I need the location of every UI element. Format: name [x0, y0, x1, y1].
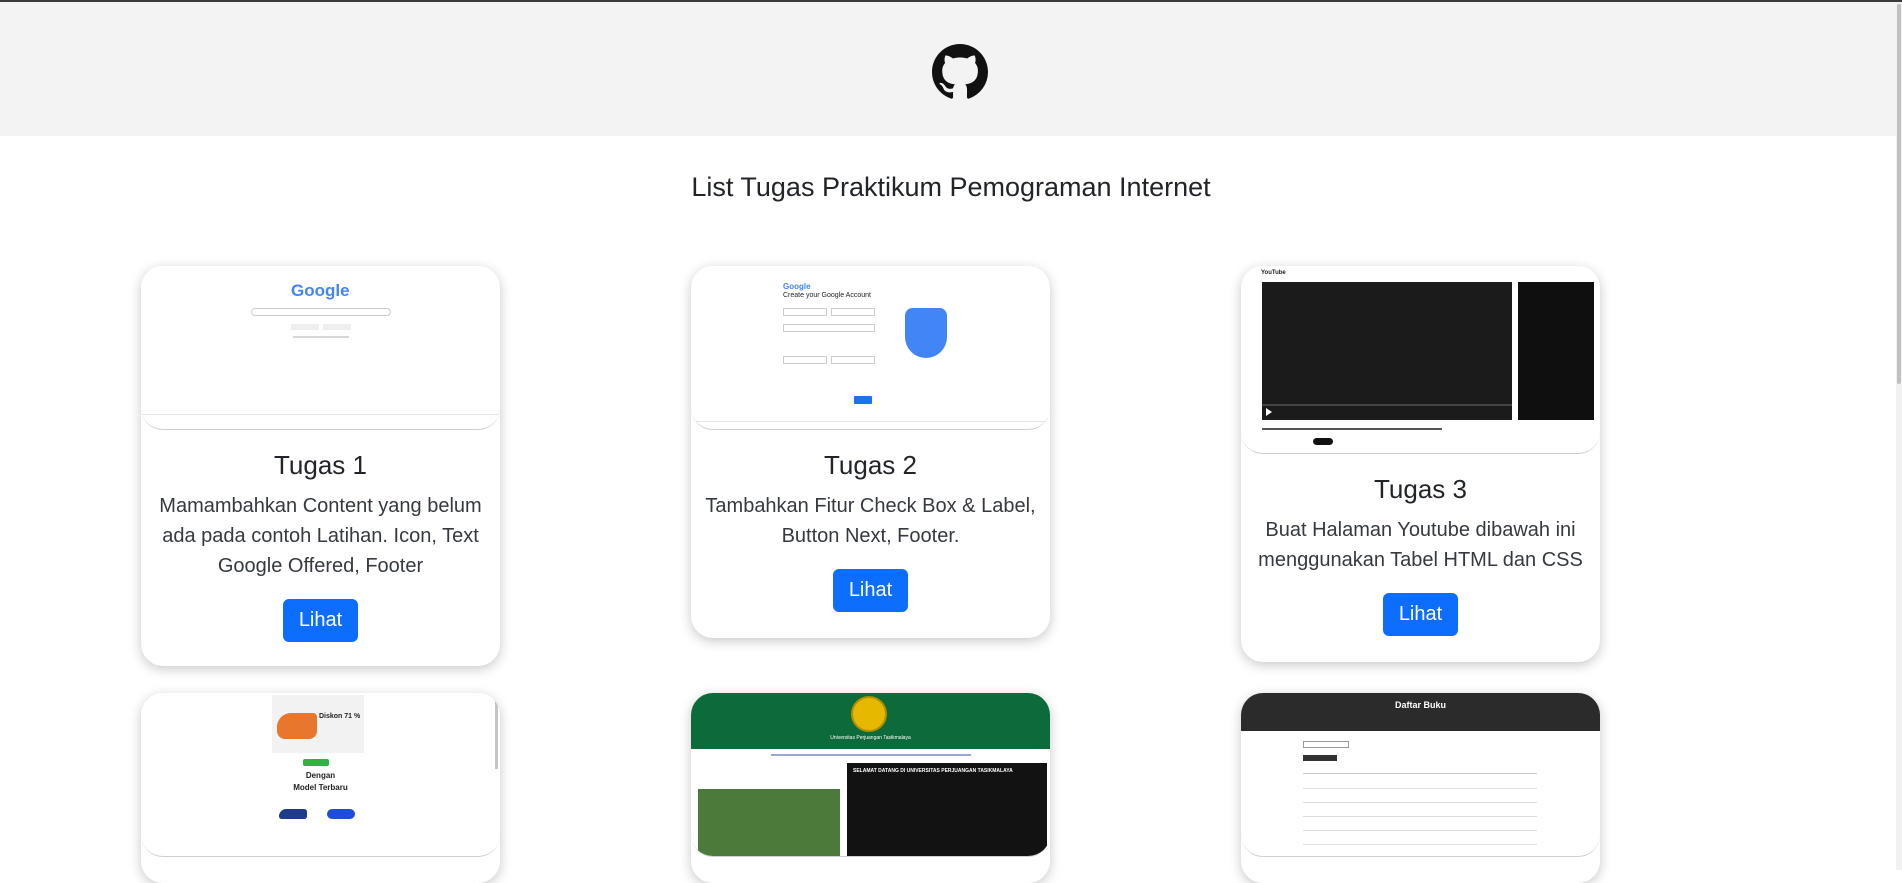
university-heading: Universitas Perjuangan Tasikmalaya — [830, 735, 911, 741]
card-tugas-3: YouTube Tugas 3 Buat Halaman Youtube dib… — [1241, 266, 1600, 662]
book-heading: Daftar Buku — [1394, 700, 1446, 710]
next-button-thumb — [854, 396, 872, 404]
thumbnail-shoe-store: Diskon 71 % Dengan Model Terbaru — [141, 693, 500, 857]
live-chat-thumb — [1518, 282, 1594, 420]
card-text: Buat Halaman Youtube dibawah ini menggun… — [1258, 519, 1583, 571]
search-buttons-thumb — [291, 324, 319, 330]
search-box-thumb — [251, 308, 391, 316]
shoe-thumb-1 — [279, 809, 307, 819]
thumbnail-book-list: Daftar Buku — [1241, 693, 1600, 857]
name-fields-thumb — [783, 308, 827, 316]
card-tugas-1: Google Tugas 1 Mamambahkan Content yang … — [141, 266, 500, 666]
book-header-thumb — [1241, 693, 1600, 731]
promo-line-2: Dengan — [305, 771, 336, 780]
search-buttons-thumb-2 — [323, 324, 351, 330]
progress-thumb — [1262, 404, 1512, 406]
card-tugas-4: Diskon 71 % Dengan Model Terbaru — [141, 693, 500, 883]
card-tugas-2: Google Create your Google Account Tugas … — [691, 266, 1050, 638]
page-title: List Tugas Praktikum Pemograman Internet — [691, 172, 1211, 202]
shield-icon — [905, 308, 947, 358]
card-text: Mamambahkan Content yang belum ada pada … — [159, 495, 482, 577]
thumbnail-google-home: Google — [141, 266, 500, 430]
footer-line-thumb — [691, 421, 1050, 422]
page-scrollbar-thumb[interactable] — [1897, 4, 1901, 384]
lihat-button[interactable]: Lihat — [832, 569, 909, 612]
footer-line-thumb — [141, 414, 500, 415]
header — [0, 2, 1902, 136]
scrollbar-thumb[interactable] — [495, 699, 498, 769]
lihat-button[interactable]: Lihat — [282, 599, 359, 642]
table-row-thumb — [1303, 844, 1537, 845]
password-field-thumb — [783, 356, 827, 364]
google-logo: Google — [783, 282, 811, 291]
table-row-thumb — [1303, 788, 1537, 789]
lihat-button[interactable]: Lihat — [1382, 593, 1459, 636]
card-text: Tambahkan Fitur Check Box & Label, Butto… — [705, 495, 1036, 547]
confirm-field-thumb — [831, 356, 875, 364]
signup-heading: Create your Google Account — [783, 292, 871, 299]
card-title: Tugas 1 — [274, 450, 367, 480]
google-logo: Google — [291, 281, 350, 300]
promo-line-3: Model Terbaru — [293, 783, 348, 792]
video-title-thumb — [1262, 428, 1442, 430]
table-row-thumb — [1303, 830, 1537, 831]
book-table-thumb — [1303, 773, 1537, 856]
table-row-thumb — [1303, 802, 1537, 803]
shoe-thumb-2 — [327, 809, 355, 819]
card-tugas-5: Universitas Perjuangan Tasikmalaya SELAM… — [691, 693, 1050, 883]
campus-photo — [698, 789, 840, 856]
shoe-image — [277, 713, 317, 739]
offered-text-thumb — [293, 336, 349, 338]
discount-text: Diskon 71 % — [319, 713, 361, 720]
search-input-thumb — [1303, 741, 1349, 748]
thumbnail-university: Universitas Perjuangan Tasikmalaya SELAM… — [691, 693, 1050, 857]
university-logo — [851, 696, 887, 732]
play-icon — [1266, 408, 1272, 416]
card-title: Tugas 3 — [1374, 474, 1467, 504]
username-field-thumb — [783, 324, 875, 332]
github-icon[interactable] — [932, 44, 988, 100]
shop-button-thumb — [303, 759, 329, 766]
welcome-box: SELAMAT DATANG DI UNIVERSITAS PERJUANGAN… — [847, 763, 1047, 856]
add-button-thumb — [1303, 755, 1337, 761]
youtube-logo: YouTube — [1261, 270, 1286, 276]
thumbnail-google-signup: Google Create your Google Account — [691, 266, 1050, 430]
card-title: Tugas 2 — [824, 450, 917, 480]
name-fields-thumb-2 — [831, 308, 875, 316]
video-player-thumb — [1262, 282, 1512, 420]
subscribe-button-thumb — [1313, 438, 1333, 445]
thumbnail-youtube: YouTube — [1241, 266, 1600, 454]
welcome-text: SELAMAT DATANG DI UNIVERSITAS PERJUANGAN… — [853, 768, 1013, 774]
table-row-thumb — [1303, 816, 1537, 817]
card-tugas-6: Daftar Buku — [1241, 693, 1600, 883]
nav-thumb — [771, 754, 971, 756]
